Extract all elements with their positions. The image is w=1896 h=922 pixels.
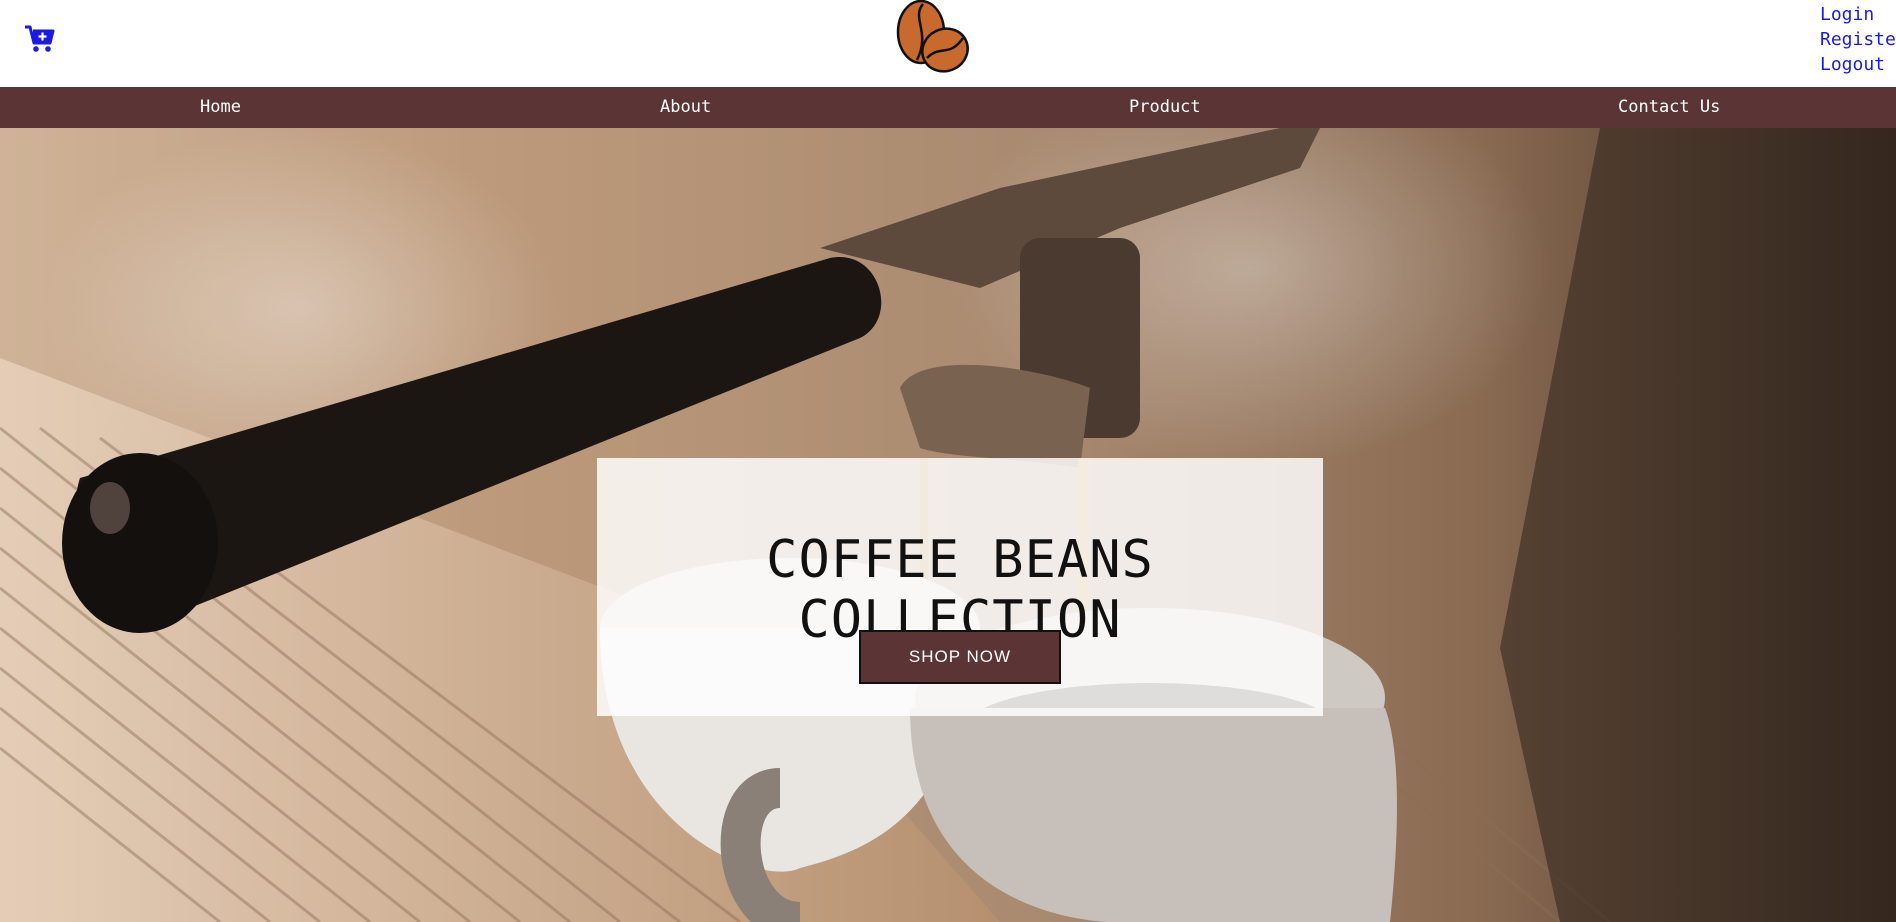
main-nav: Home About Product Contact Us bbox=[0, 87, 1896, 128]
coffee-beans-logo-icon[interactable] bbox=[893, 0, 971, 74]
nav-about[interactable]: About bbox=[660, 87, 711, 128]
register-link[interactable]: Register bbox=[1820, 27, 1896, 52]
hero-banner: COFFEE BEANS COLLECTION SHOP NOW bbox=[0, 128, 1896, 922]
cart-icon[interactable] bbox=[24, 24, 56, 54]
hero-card: COFFEE BEANS COLLECTION SHOP NOW bbox=[597, 458, 1323, 716]
nav-product[interactable]: Product bbox=[1129, 87, 1201, 128]
shop-now-button[interactable]: SHOP NOW bbox=[859, 630, 1061, 684]
nav-home[interactable]: Home bbox=[200, 87, 241, 128]
logout-link[interactable]: Logout bbox=[1820, 52, 1896, 77]
top-header: Login Register Logout bbox=[0, 0, 1896, 87]
auth-links: Login Register Logout bbox=[1820, 2, 1896, 77]
nav-contact-us[interactable]: Contact Us bbox=[1618, 87, 1720, 128]
login-link[interactable]: Login bbox=[1820, 2, 1896, 27]
